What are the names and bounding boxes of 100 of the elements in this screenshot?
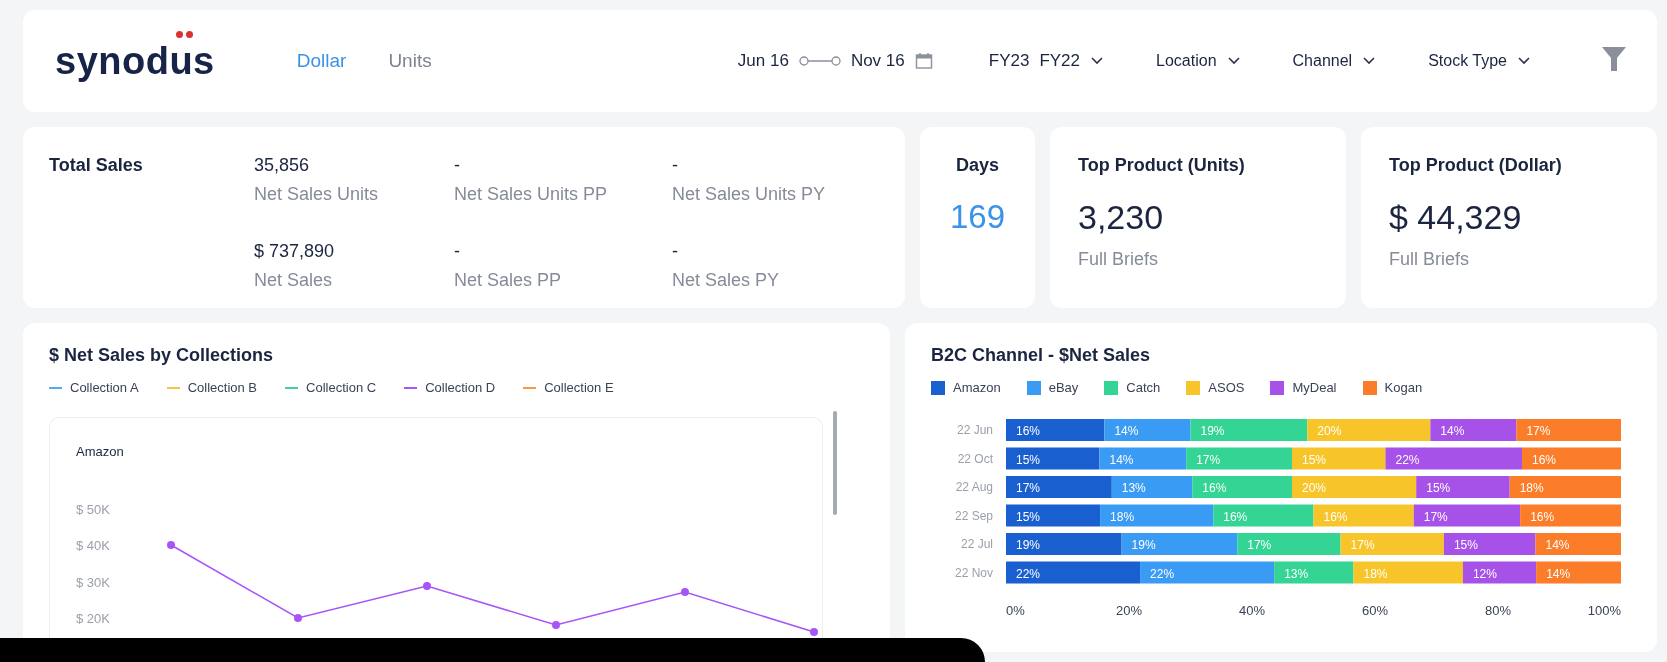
legend-label: Collection D	[425, 380, 496, 395]
axis-tick-label: 22 Nov	[954, 565, 993, 580]
filter-dropdown[interactable]: Stock Type	[1428, 52, 1531, 70]
legend-label: Catch	[1126, 380, 1161, 395]
data-label: 17%	[1016, 481, 1041, 495]
data-label: 22%	[1395, 452, 1420, 467]
data-label: 13%	[1121, 481, 1146, 495]
metric-value: 35,856	[254, 155, 311, 176]
axis-tick-label: 80%	[1485, 603, 1511, 618]
metric-label: Net Sales PY	[672, 269, 781, 291]
metric-label: Net Sales Units PP	[454, 184, 609, 205]
data-label: 22%	[1016, 566, 1041, 581]
legend-label: eBay	[1048, 380, 1079, 395]
axis-tick-label: 100%	[1587, 603, 1621, 618]
metric-value: -	[454, 240, 461, 262]
data-label: 15%	[1426, 481, 1451, 495]
chart-point	[552, 621, 560, 629]
axis-tick-label: 0%	[1006, 603, 1025, 618]
legend-label: Amazon	[953, 380, 1001, 395]
axis-tick-label: 60%	[1362, 603, 1388, 618]
legend-label: Collection E	[544, 380, 614, 395]
data-label: 15%	[1301, 452, 1326, 467]
chart-panel-title: Amazon	[76, 444, 125, 459]
chart-point	[681, 588, 689, 596]
data-label: 12%	[1472, 566, 1497, 581]
data-label: 17%	[1526, 424, 1551, 438]
data-label: 17%	[1196, 452, 1221, 467]
chevron-down-icon	[1226, 56, 1241, 66]
data-label: 22%	[1150, 566, 1175, 581]
metric-value: -	[672, 155, 679, 176]
metric-label: Net Sales PP	[454, 269, 563, 291]
data-label: 14%	[1114, 424, 1139, 438]
data-label: 16%	[1323, 509, 1348, 524]
data-label: 14%	[1440, 424, 1465, 438]
chart-point	[810, 628, 818, 636]
metric-value: -	[672, 240, 679, 262]
data-label: 17%	[1423, 509, 1448, 524]
data-label: 18%	[1110, 509, 1135, 524]
fiscal-year-label: FY22	[1039, 51, 1081, 71]
filter-dropdown[interactable]: Location	[1156, 52, 1241, 70]
data-label: 19%	[1200, 424, 1225, 438]
legend-label: Collection B	[187, 380, 258, 395]
card-title: Days	[956, 155, 999, 176]
data-label: 14%	[1545, 538, 1570, 552]
metric-label: Net Sales Units PY	[672, 184, 827, 205]
calendar-icon	[914, 52, 933, 70]
chevron-down-icon	[1517, 56, 1531, 66]
data-label: 17%	[1350, 538, 1375, 552]
data-label: 18%	[1363, 566, 1388, 581]
chart-title: $ Net Sales by Collections	[49, 345, 275, 366]
data-label: 16%	[1202, 481, 1227, 495]
product-value: $ 44,329	[1389, 198, 1522, 237]
metric-label: Net Sales	[254, 269, 334, 291]
metric-label: Net Sales Units	[254, 184, 380, 205]
product-value: 3,230	[1078, 198, 1164, 237]
legend-label: Collection C	[306, 380, 377, 395]
days-value: 169	[949, 198, 1006, 236]
data-label: 19%	[1016, 538, 1041, 552]
filter-icon	[1601, 45, 1627, 73]
data-label: 18%	[1519, 481, 1544, 495]
data-label: 15%	[1016, 452, 1041, 467]
legend-label: MyDeal	[1292, 380, 1337, 395]
legend-label: Kogan	[1384, 380, 1423, 395]
card-title: Top Product (Units)	[1078, 155, 1245, 176]
axis-tick-label: $ 40K	[76, 538, 110, 554]
start-date[interactable]: Jun 16	[737, 51, 789, 71]
data-label: 17%	[1247, 538, 1272, 552]
filter-dropdown[interactable]: Channel	[1292, 52, 1377, 70]
card-title: Top Product (Dollar)	[1389, 155, 1562, 176]
metric-value: -	[454, 155, 461, 176]
data-label: 16%	[1532, 452, 1556, 467]
end-date[interactable]: Nov 16	[850, 51, 905, 71]
data-label: 20%	[1317, 424, 1342, 438]
data-label: 14%	[1546, 566, 1571, 581]
axis-tick-label: $ 20K	[76, 610, 110, 626]
view-tab[interactable]: Units	[388, 50, 432, 72]
chart-point	[423, 582, 431, 590]
data-label: 16%	[1223, 509, 1248, 524]
scrollbar-thumb[interactable]	[833, 411, 837, 515]
legend-label: Collection A	[70, 380, 139, 395]
data-label: 16%	[1016, 424, 1041, 438]
axis-tick-label: 22 Oct	[957, 451, 993, 466]
axis-tick-label: $ 30K	[76, 574, 110, 590]
axis-tick-label: 22 Aug	[955, 480, 993, 494]
axis-tick-label: 40%	[1239, 603, 1265, 618]
legend-label: ASOS	[1208, 380, 1245, 395]
logo-dots-icon	[175, 30, 193, 38]
axis-tick-label: 20%	[1116, 603, 1142, 618]
axis-tick-label: $ 50K	[76, 502, 110, 517]
fiscal-year-label: FY23	[988, 51, 1030, 71]
chart-point	[294, 614, 302, 622]
data-label: 15%	[1453, 538, 1478, 552]
chevron-down-icon	[1362, 56, 1377, 66]
chart-point	[167, 541, 175, 549]
data-label: 20%	[1301, 481, 1326, 495]
data-label: 19%	[1131, 538, 1156, 552]
data-label: 16%	[1530, 509, 1555, 524]
range-slider-icon	[798, 55, 841, 67]
data-label: 15%	[1016, 509, 1041, 524]
card-title: Total Sales	[49, 155, 144, 177]
